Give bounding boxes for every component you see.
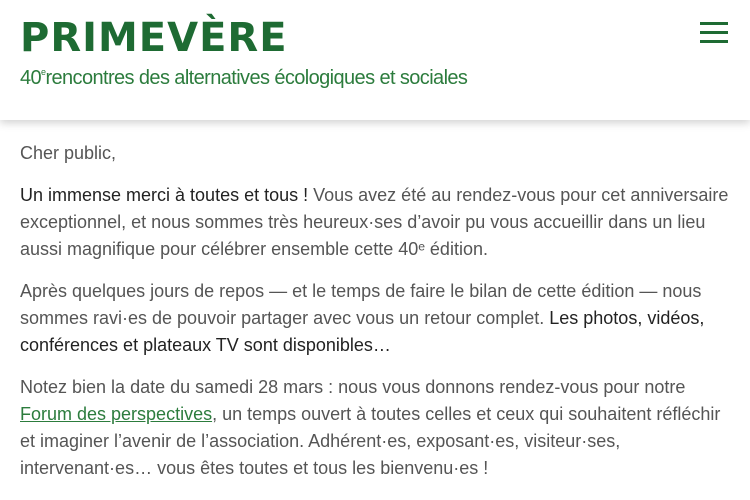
tagline-text: rencontres des alternatives écologiques … (45, 67, 468, 89)
tagline-number: 40 (20, 67, 42, 89)
site-header: PRIMEVÈRE 40erencontres des alternatives… (0, 0, 750, 120)
greeting: Cher public, (20, 143, 117, 163)
paragraph-forum: Notez bien la date du samedi 28 mars : n… (20, 374, 730, 482)
brand[interactable]: PRIMEVÈRE 40erencontres des alternatives… (20, 12, 468, 89)
paragraph-thanks: Un immense merci à toutes et tous ! Vous… (20, 182, 730, 263)
forum-link[interactable]: Forum des perspectives (20, 404, 212, 424)
site-logo[interactable]: PRIMEVÈRE (20, 12, 467, 64)
hamburger-menu-icon[interactable] (700, 22, 728, 44)
paragraph-recap: Après quelques jours de repos — et le te… (20, 278, 730, 359)
forum-text-before: Notez bien la date du samedi 28 mars : n… (20, 377, 686, 397)
site-tagline: 40erencontres des alternatives écologiqu… (20, 62, 468, 89)
thanks-emphasis: Un immense merci à toutes et tous ! (20, 185, 309, 205)
article-content: Cher public, Un immense merci à toutes e… (0, 120, 750, 482)
